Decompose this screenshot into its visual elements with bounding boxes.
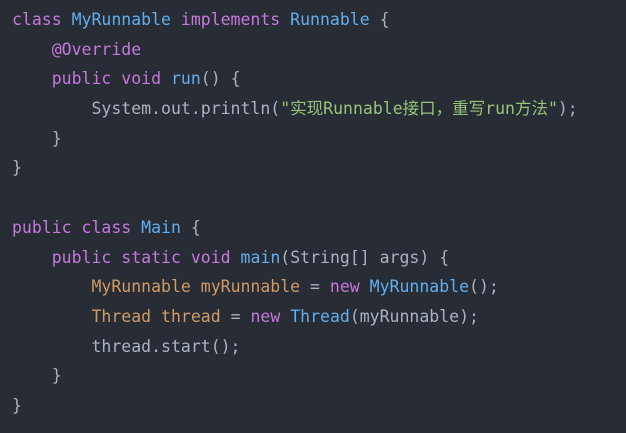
code-token: MyRunnable (369, 277, 470, 297)
code-line: class MyRunnable implements Runnable { (12, 5, 626, 35)
code-token: public (12, 217, 72, 237)
code-token: class (81, 217, 132, 237)
code-token: public (51, 247, 112, 267)
code-token: Main (141, 217, 181, 237)
code-editor: class MyRunnable implements Runnable { @… (0, 0, 626, 433)
code-token: thread.start(); (91, 336, 241, 356)
code-token: public (51, 69, 112, 89)
code-token: new (250, 306, 281, 326)
code-token: Thread (91, 306, 152, 326)
code-token: void (190, 247, 231, 267)
code-line: MyRunnable myRunnable = new MyRunnable()… (12, 272, 626, 302)
code-token: MyRunnable (91, 277, 191, 297)
code-token: = (220, 306, 251, 326)
code-line: public static void main(String[] args) { (12, 243, 626, 273)
code-token: { (180, 217, 201, 237)
code-token: new (329, 277, 360, 297)
code-token: (); (469, 277, 499, 297)
code-token: () { (200, 69, 241, 89)
code-token: } (12, 395, 22, 415)
code-token: static (121, 247, 181, 267)
code-token: void (121, 69, 162, 89)
code-token: thread (161, 306, 221, 326)
code-token: implements (180, 10, 281, 29)
code-token: System.out.println( (91, 99, 281, 119)
code-line: } (12, 391, 626, 421)
code-token: class (12, 10, 62, 29)
code-token: (String[] args) { (280, 247, 450, 267)
code-line: @Override (12, 35, 626, 65)
code-token: myRunnable (200, 277, 301, 297)
code-token: { (369, 10, 390, 29)
code-token: } (51, 366, 62, 386)
code-token: = (300, 277, 330, 297)
code-token: @Override (51, 39, 142, 59)
code-token: MyRunnable (71, 10, 171, 29)
code-token: Runnable (290, 10, 370, 29)
code-token: } (51, 128, 62, 148)
code-line: } (12, 124, 626, 154)
code-token: } (12, 158, 22, 178)
code-line: } (12, 361, 626, 391)
code-line: thread.start(); (12, 332, 626, 362)
code-line: Thread thread = new Thread(myRunnable); (12, 302, 626, 332)
code-token: run (170, 69, 201, 89)
code-token: main (240, 247, 281, 267)
code-token: Thread (290, 306, 350, 326)
code-line: } (12, 153, 626, 183)
code-line: System.out.println("实现Runnable接口，重写run方法… (12, 94, 626, 124)
code-token: (myRunnable); (349, 306, 479, 326)
code-line: public void run() { (12, 64, 626, 94)
code-token: "实现Runnable接口，重写run方法" (280, 99, 558, 119)
code-token: ); (557, 99, 578, 119)
code-line: public class Main { (12, 213, 626, 243)
